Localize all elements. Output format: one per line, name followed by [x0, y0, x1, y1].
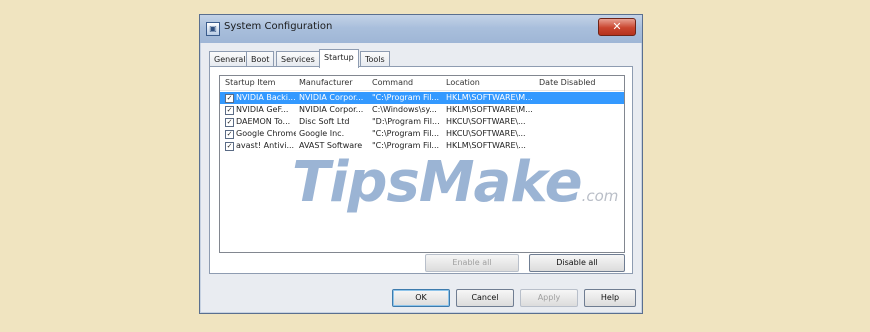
column-manufacturer[interactable]: Manufacturer	[299, 78, 353, 87]
cell-location: HKLM\SOFTWARE\M...	[446, 105, 533, 114]
cell-manufacturer: Google Inc.	[299, 129, 345, 138]
tab-tools[interactable]: Tools	[360, 51, 390, 67]
column-date-disabled[interactable]: Date Disabled	[539, 78, 595, 87]
help-button[interactable]: Help	[584, 289, 636, 307]
window-title: System Configuration	[224, 21, 333, 32]
cell-item: Google Chrome	[236, 129, 296, 138]
cell-manufacturer: NVIDIA Corpor...	[299, 93, 364, 102]
cell-command: C:\Windows\sy...	[372, 105, 437, 114]
watermark-suffix: .com	[581, 187, 619, 205]
table-row[interactable]: ✓ NVIDIA GeF... NVIDIA Corpor... C:\Wind…	[220, 104, 624, 116]
cell-command: "C:\Program Fil...	[372, 129, 440, 138]
row-checkbox[interactable]: ✓	[225, 142, 234, 151]
cell-item: NVIDIA Backi...	[236, 93, 296, 102]
row-checkbox[interactable]: ✓	[225, 94, 234, 103]
cell-location: HKLM\SOFTWARE\M...	[446, 93, 533, 102]
disable-all-button[interactable]: Disable all	[529, 254, 625, 272]
column-location[interactable]: Location	[446, 78, 480, 87]
row-checkbox[interactable]: ✓	[225, 106, 234, 115]
apply-button[interactable]: Apply	[520, 289, 578, 307]
enable-all-button[interactable]: Enable all	[425, 254, 519, 272]
row-checkbox[interactable]: ✓	[225, 130, 234, 139]
ok-button[interactable]: OK	[392, 289, 450, 307]
tab-boot[interactable]: Boot	[246, 51, 275, 67]
column-command[interactable]: Command	[372, 78, 413, 87]
table-row[interactable]: ✓ Google Chrome Google Inc. "C:\Program …	[220, 128, 624, 140]
cell-item: avast! Antivi...	[236, 141, 295, 150]
cell-command: "C:\Program Fil...	[372, 93, 440, 102]
cell-item: DAEMON To...	[236, 117, 291, 126]
close-button[interactable]: ✕	[598, 18, 636, 36]
tab-startup[interactable]: Startup	[319, 49, 359, 68]
cell-item: NVIDIA GeF...	[236, 105, 289, 114]
cancel-button[interactable]: Cancel	[456, 289, 514, 307]
column-startup-item[interactable]: Startup Item	[225, 78, 275, 87]
cell-location: HKCU\SOFTWARE\...	[446, 129, 526, 138]
cell-manufacturer: Disc Soft Ltd	[299, 117, 350, 126]
watermark-text: TipsMake	[292, 150, 583, 215]
watermark: TipsMake.com	[292, 150, 618, 215]
app-icon: ▣	[206, 22, 220, 36]
cell-manufacturer: NVIDIA Corpor...	[299, 105, 364, 114]
tab-general[interactable]: General	[209, 51, 251, 67]
table-row[interactable]: ✓ NVIDIA Backi... NVIDIA Corpor... "C:\P…	[220, 92, 624, 104]
title-bar[interactable]: ▣ System Configuration ✕	[200, 15, 642, 43]
table-row[interactable]: ✓ DAEMON To... Disc Soft Ltd "D:\Program…	[220, 116, 624, 128]
row-checkbox[interactable]: ✓	[225, 118, 234, 127]
cell-location: HKCU\SOFTWARE\...	[446, 117, 526, 126]
list-header: Startup Item Manufacturer Command Locati…	[220, 76, 624, 91]
tab-services[interactable]: Services	[276, 51, 320, 67]
cell-command: "D:\Program Fil...	[372, 117, 440, 126]
